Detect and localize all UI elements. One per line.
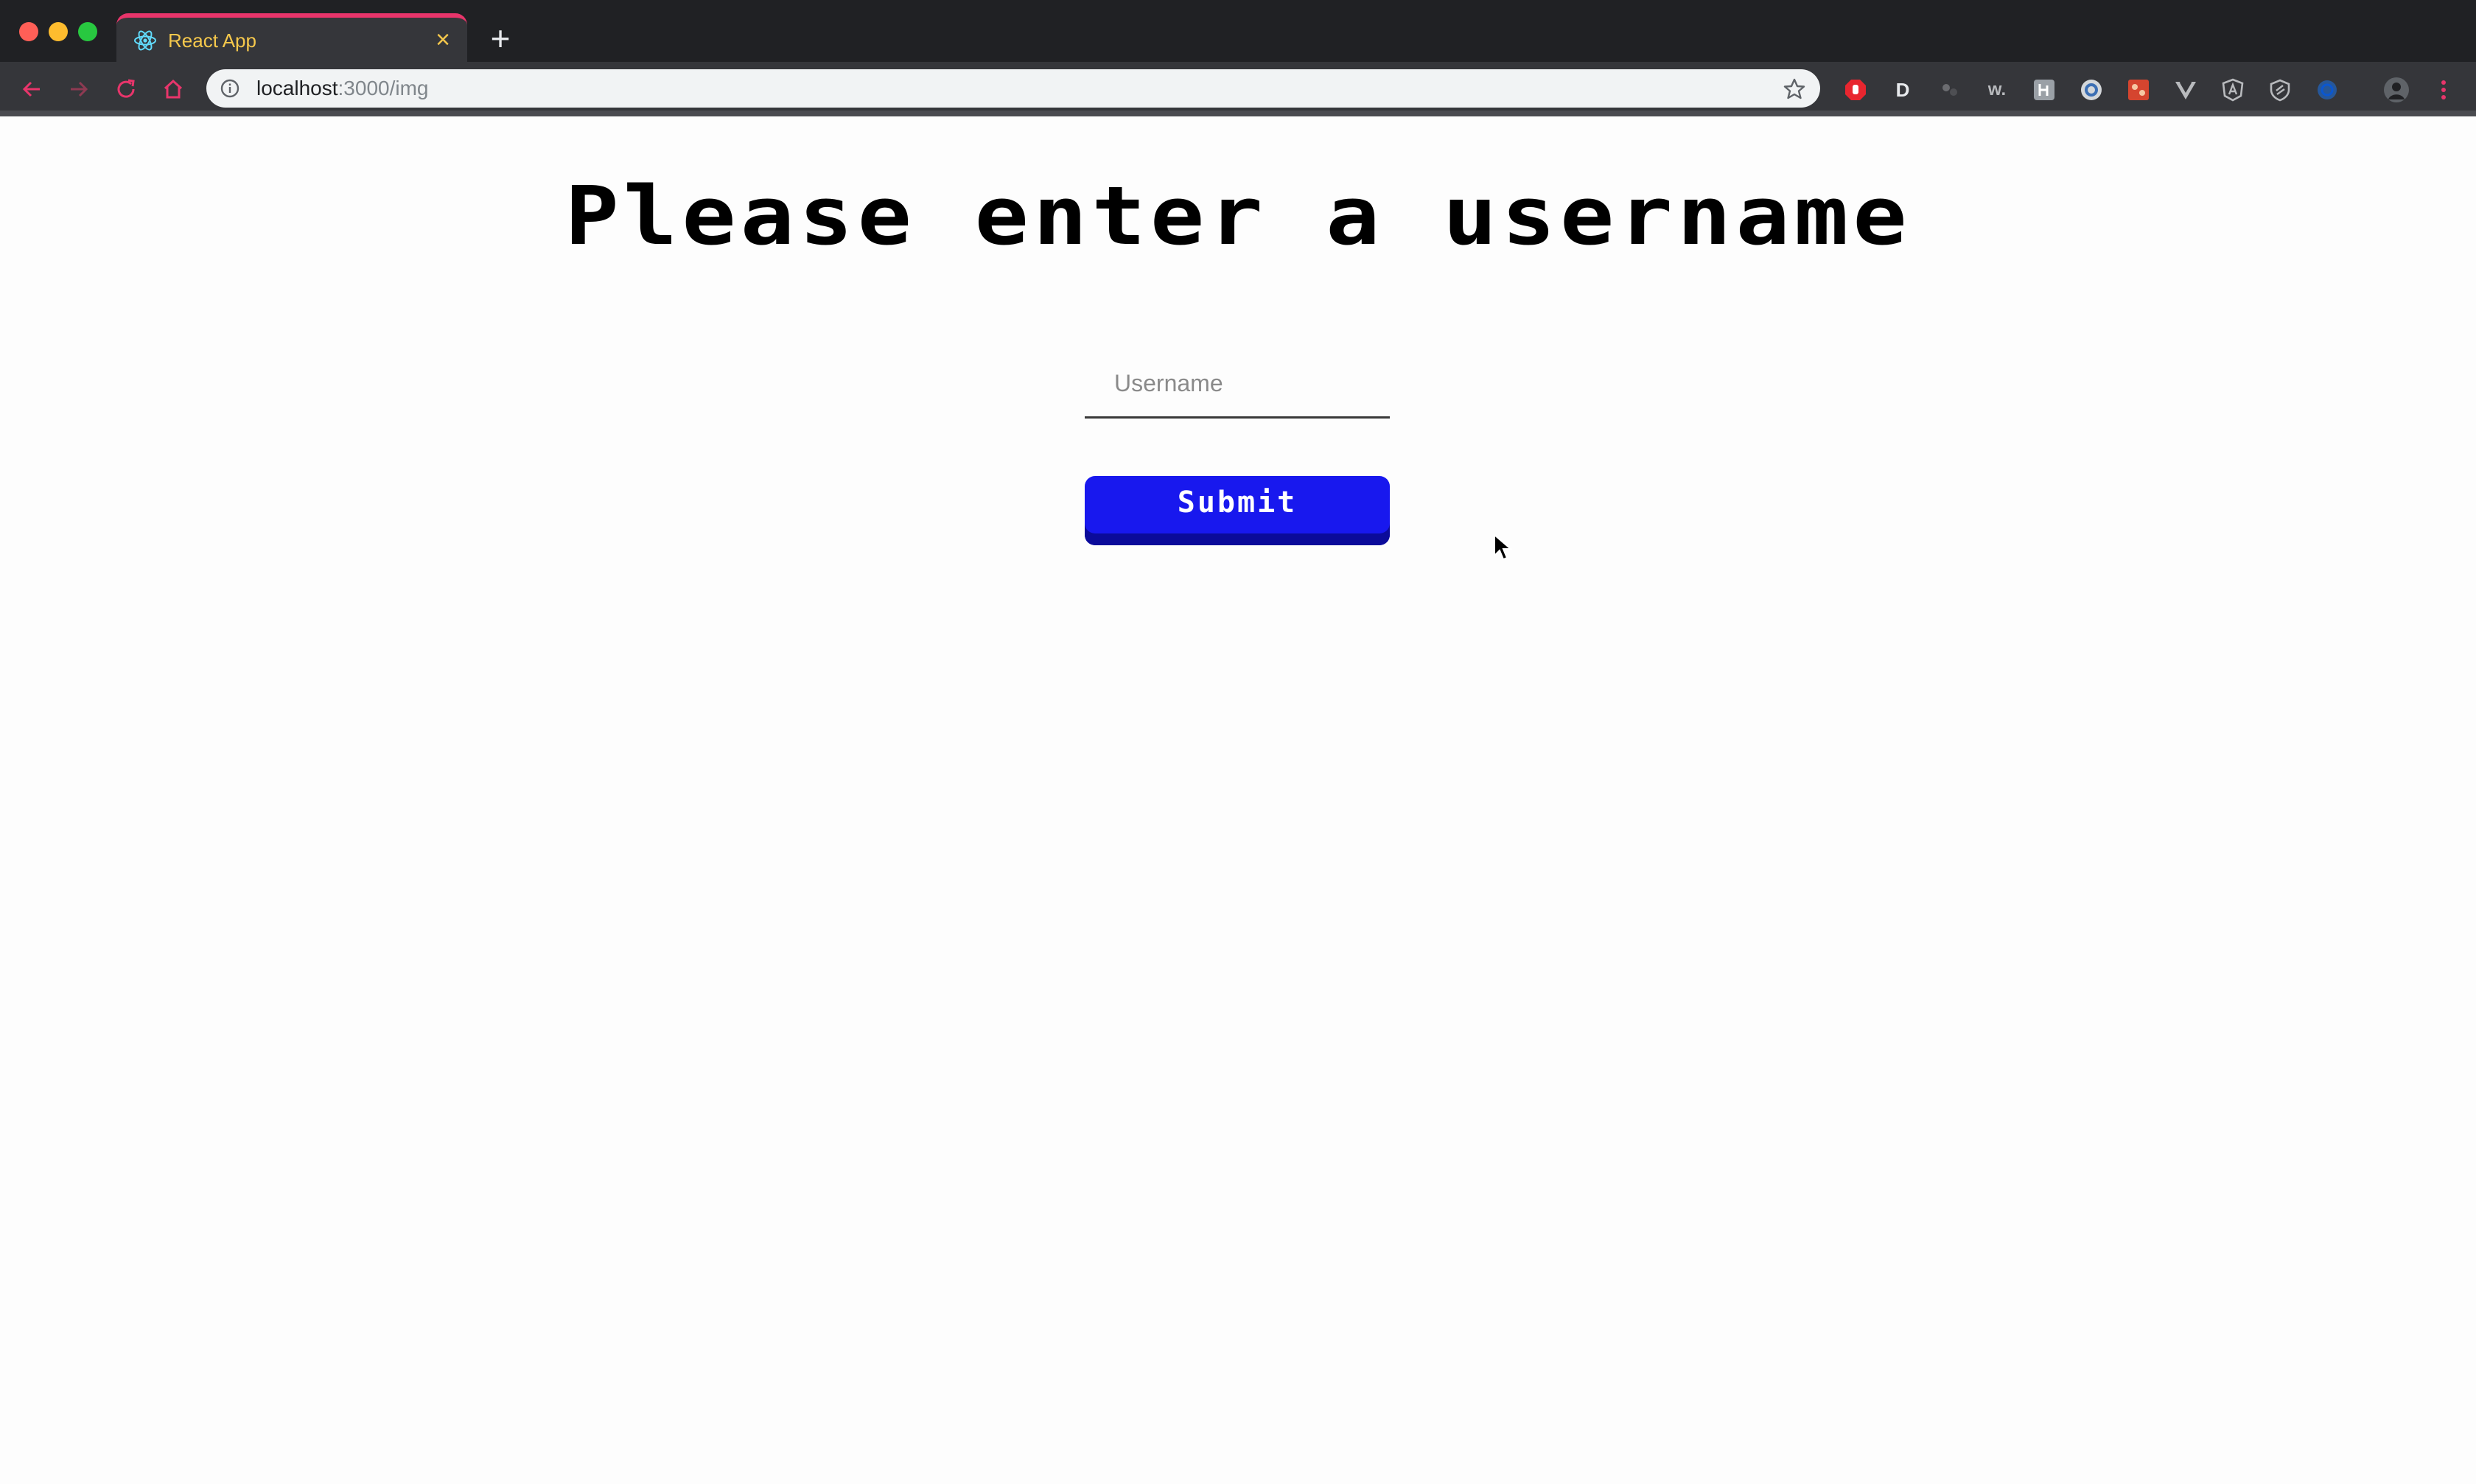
hub-icon[interactable] <box>2031 77 2057 103</box>
page-content: Please enter a username Submit <box>0 116 2476 1484</box>
close-window-button[interactable] <box>19 22 38 41</box>
d-icon[interactable]: D <box>1889 77 1916 103</box>
tab-title: React App <box>168 29 256 52</box>
minimize-window-button[interactable] <box>49 22 68 41</box>
username-input[interactable] <box>1085 351 1390 416</box>
dots-icon[interactable] <box>1937 77 1963 103</box>
maximize-window-button[interactable] <box>78 22 97 41</box>
angular-icon[interactable] <box>2220 77 2246 103</box>
home-icon <box>164 79 183 99</box>
browser-titlebar: React App × + <box>0 0 2476 62</box>
info-icon[interactable] <box>220 78 240 99</box>
forward-arrow-icon <box>71 81 88 97</box>
menu-icon[interactable] <box>2430 77 2457 103</box>
react-icon <box>134 30 156 51</box>
shield-icon[interactable] <box>2267 77 2293 103</box>
bookmark-star-icon[interactable] <box>1782 77 1807 102</box>
url-text: localhost:3000/img <box>256 69 428 108</box>
url-path: :3000/img <box>338 77 429 99</box>
page-title: Please enter a username <box>564 169 1912 263</box>
back-button[interactable] <box>13 71 50 108</box>
url-host: localhost <box>256 77 338 99</box>
mouse-cursor-icon <box>1494 533 1512 561</box>
circle-icon[interactable] <box>2314 77 2340 103</box>
tab-close-icon[interactable]: × <box>430 27 455 53</box>
reload-icon <box>117 79 135 98</box>
address-bar[interactable]: localhost:3000/img <box>206 69 1820 108</box>
vue-icon[interactable] <box>2172 77 2199 103</box>
browser-tab[interactable]: React App × <box>116 13 467 62</box>
adblock-icon[interactable] <box>1842 77 1869 103</box>
browser-toolbar: localhost:3000/img <box>0 62 2476 116</box>
new-tab-button[interactable]: + <box>482 21 519 59</box>
back-arrow-icon <box>22 81 40 97</box>
forward-button[interactable] <box>60 71 97 108</box>
submit-button[interactable]: Submit <box>1085 476 1390 545</box>
w-icon[interactable]: w. <box>1984 77 2010 103</box>
puzzle-icon[interactable] <box>2125 77 2152 103</box>
home-button[interactable] <box>155 71 192 108</box>
ring-icon[interactable] <box>2078 77 2105 103</box>
reload-button[interactable] <box>108 71 144 108</box>
username-field[interactable] <box>1085 351 1390 419</box>
profile-icon[interactable] <box>2383 77 2410 103</box>
